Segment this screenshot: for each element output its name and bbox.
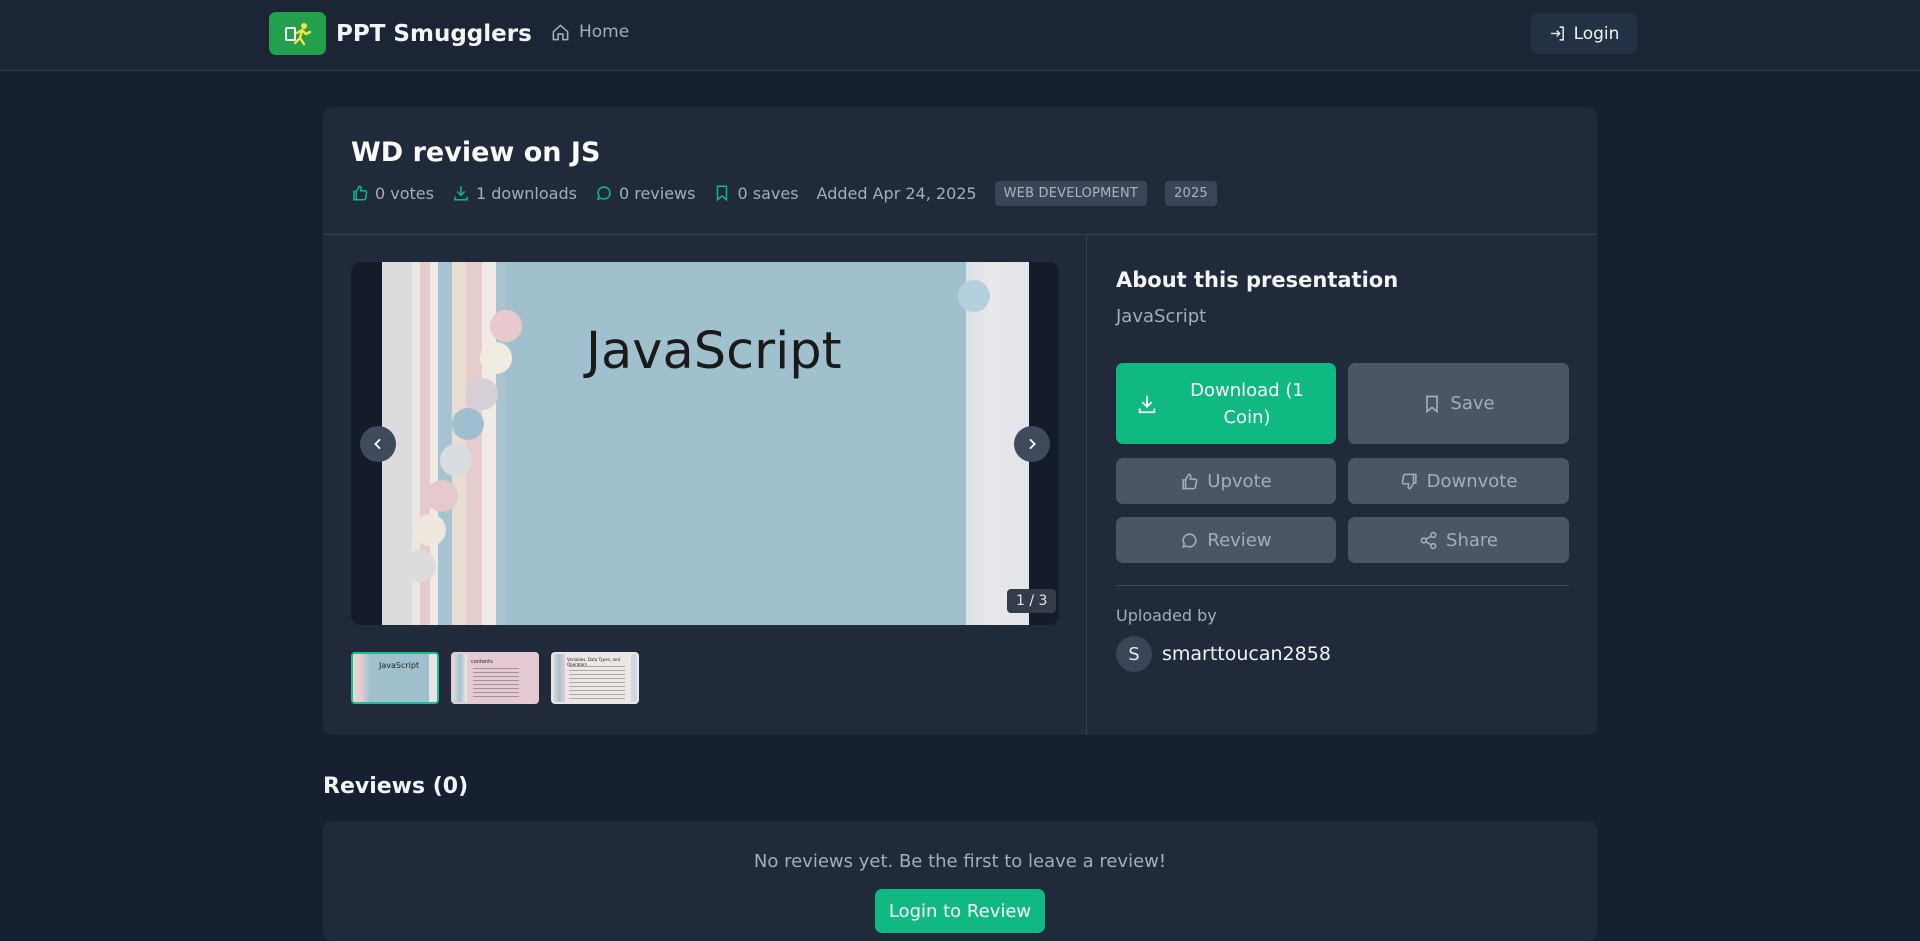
slide-decoration-dot bbox=[452, 408, 484, 440]
slide-decoration bbox=[382, 262, 506, 625]
review-button[interactable]: Review bbox=[1116, 517, 1336, 563]
slide-decoration-dot bbox=[404, 550, 436, 582]
next-slide-button[interactable] bbox=[1014, 426, 1050, 462]
about-title: About this presentation bbox=[1116, 268, 1399, 292]
slide-viewer-panel: JavaScript 1 / 3 JavaScript contents Var… bbox=[323, 235, 1087, 735]
about-panel: About this presentation JavaScript Downl… bbox=[1088, 235, 1597, 735]
about-description: JavaScript bbox=[1116, 306, 1207, 327]
thumbnail-label: contents bbox=[471, 659, 493, 665]
slide-decoration-dot bbox=[466, 378, 498, 410]
download-icon bbox=[1138, 395, 1156, 413]
presentation-card: WD review on JS 0 votes 1 downloads 0 re… bbox=[323, 107, 1597, 735]
download-icon bbox=[454, 186, 468, 201]
login-button[interactable]: Login bbox=[1531, 13, 1637, 54]
login-icon bbox=[1550, 26, 1564, 41]
downloads-count: 1 downloads bbox=[475, 183, 577, 203]
login-to-review-button[interactable]: Login to Review bbox=[875, 889, 1045, 933]
saves-count: 0 saves bbox=[737, 183, 799, 203]
save-button-label: Save bbox=[1450, 393, 1495, 414]
reviews-count: 0 reviews bbox=[618, 183, 696, 203]
uploader-name: smarttoucan2858 bbox=[1162, 643, 1331, 665]
avatar: S bbox=[1116, 636, 1152, 672]
upvote-button[interactable]: Upvote bbox=[1116, 458, 1336, 504]
download-button[interactable]: Download (1 Coin) bbox=[1116, 363, 1336, 444]
slide-title: JavaScript bbox=[586, 322, 842, 381]
slide-decoration-dot bbox=[480, 342, 512, 374]
thumbs-up-icon bbox=[353, 185, 368, 201]
slide-thumbnail-1[interactable]: JavaScript bbox=[351, 652, 439, 704]
year-tag[interactable]: 2025 bbox=[1165, 180, 1217, 206]
votes-count: 0 votes bbox=[375, 183, 434, 203]
previous-slide-button[interactable] bbox=[360, 426, 396, 462]
bookmark-icon bbox=[717, 185, 728, 202]
divider bbox=[1116, 585, 1569, 586]
share-button[interactable]: Share bbox=[1348, 517, 1569, 563]
added-date: Added Apr 24, 2025 bbox=[816, 183, 977, 203]
reviews-panel: No reviews yet. Be the first to leave a … bbox=[323, 821, 1597, 941]
slide-decoration-dot bbox=[426, 480, 458, 512]
votes-stat: 0 votes bbox=[351, 184, 434, 203]
slide-counter: 1 / 3 bbox=[1007, 589, 1057, 613]
save-button[interactable]: Save bbox=[1348, 363, 1569, 444]
downvote-button[interactable]: Downvote bbox=[1348, 458, 1569, 504]
reviews-stat: 0 reviews bbox=[595, 183, 696, 203]
slide-decoration-dot bbox=[414, 514, 446, 546]
category-tag[interactable]: WEB DEVELOPMENT bbox=[994, 180, 1148, 206]
no-reviews-message: No reviews yet. Be the first to leave a … bbox=[753, 851, 1167, 872]
chevron-left-icon bbox=[374, 438, 381, 450]
download-button-label: Download (1 Coin) bbox=[1190, 379, 1304, 428]
presentation-header: WD review on JS 0 votes 1 downloads 0 re… bbox=[323, 107, 1597, 235]
thumbs-down-icon bbox=[1401, 473, 1417, 489]
downloads-stat: 1 downloads bbox=[452, 184, 577, 203]
reviews-heading: Reviews (0) bbox=[323, 774, 469, 799]
slide-decoration-dot bbox=[958, 280, 990, 312]
comment-icon bbox=[1182, 532, 1198, 548]
presentation-meta: 0 votes 1 downloads 0 reviews 0 saves Ad… bbox=[351, 179, 1235, 207]
slide-thumbnail-3[interactable]: Variables, Data Types, and Operators bbox=[551, 652, 639, 704]
share-button-label: Share bbox=[1446, 529, 1498, 551]
login-button-label: Login bbox=[1573, 23, 1620, 44]
slide-decoration-dot bbox=[440, 444, 472, 476]
comment-icon bbox=[596, 186, 611, 201]
upvote-button-label: Upvote bbox=[1207, 470, 1272, 492]
slide-preview: JavaScript bbox=[382, 262, 1029, 625]
home-icon bbox=[552, 23, 569, 40]
slide-thumbnail-2[interactable]: contents bbox=[451, 652, 539, 704]
saves-stat: 0 saves bbox=[713, 183, 799, 203]
slide-thumbnails: JavaScript contents Variables, Data Type… bbox=[351, 652, 651, 704]
chevron-right-icon bbox=[1029, 438, 1036, 450]
nav-home-link[interactable]: Home bbox=[551, 22, 629, 42]
uploaded-by-label: Uploaded by bbox=[1116, 606, 1217, 625]
brand-name: PPT Smugglers bbox=[336, 20, 532, 47]
downvote-button-label: Downvote bbox=[1426, 470, 1518, 492]
nav-home-label: Home bbox=[579, 22, 630, 42]
top-navbar: PPT Smugglers Home Login bbox=[0, 0, 1920, 71]
thumbs-up-icon bbox=[1182, 473, 1198, 489]
slide-decoration-dot bbox=[490, 310, 522, 342]
review-button-label: Review bbox=[1207, 529, 1272, 551]
bookmark-icon bbox=[1426, 395, 1439, 413]
slide-viewer: JavaScript 1 / 3 bbox=[351, 262, 1059, 625]
brand-link[interactable]: PPT Smugglers bbox=[269, 12, 532, 55]
share-icon bbox=[1420, 531, 1437, 549]
thumbnail-label: JavaScript bbox=[379, 661, 420, 670]
page-title: WD review on JS bbox=[351, 137, 601, 168]
brand-logo-icon bbox=[269, 12, 326, 55]
uploader-profile[interactable]: S smarttoucan2858 bbox=[1116, 636, 1331, 672]
